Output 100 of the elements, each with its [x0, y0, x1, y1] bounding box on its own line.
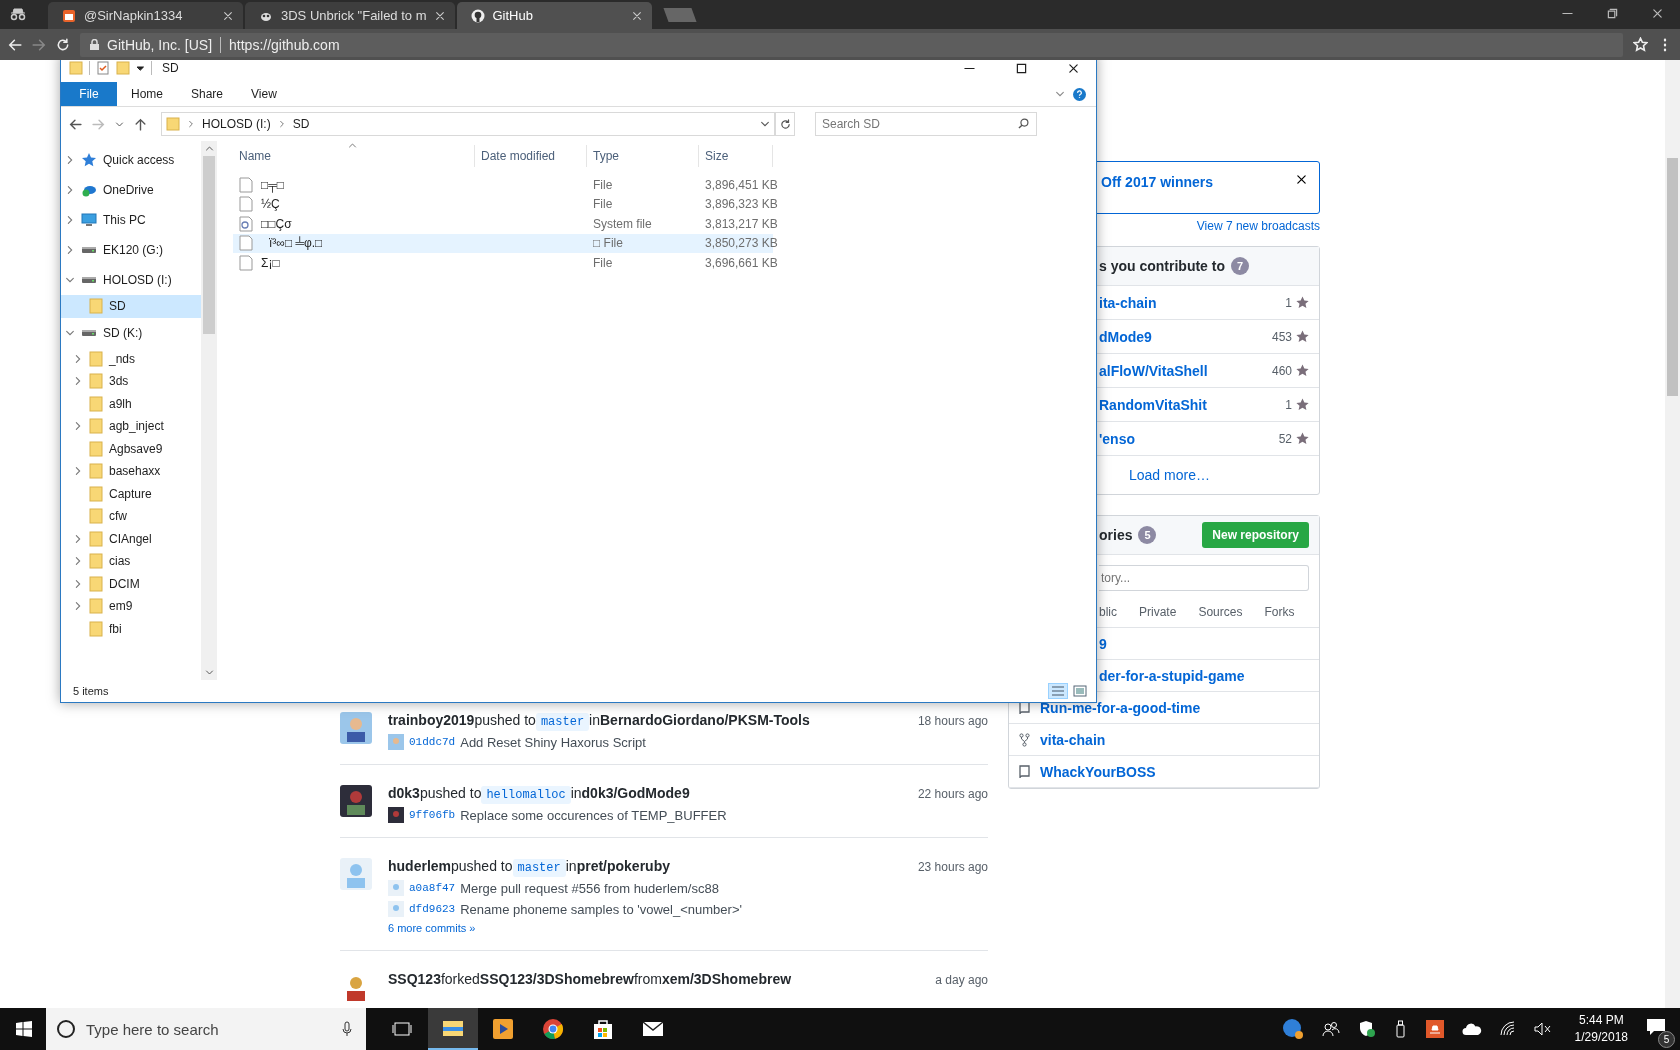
tree-item[interactable]: This PC — [61, 205, 201, 235]
chevron-icon[interactable] — [73, 601, 83, 612]
tree-item[interactable]: HOLOSD (I:) — [61, 265, 201, 295]
notification-icon[interactable] — [1646, 1018, 1666, 1036]
volume-muted-icon[interactable] — [1533, 1022, 1552, 1036]
tree-item[interactable]: SD — [61, 295, 201, 318]
repo-link[interactable]: 9 — [1099, 635, 1107, 652]
chevron-icon[interactable] — [73, 556, 83, 567]
tree-item[interactable]: Quick access — [61, 145, 201, 175]
breadcrumb-item[interactable]: SD — [292, 117, 310, 131]
chevron-icon[interactable] — [65, 275, 75, 285]
chevron-icon[interactable] — [73, 353, 83, 364]
tree-item[interactable]: cfw — [61, 505, 201, 528]
commit-sha-link[interactable]: 9ff06fb — [409, 809, 456, 821]
chevron-icon[interactable] — [65, 185, 75, 195]
shield-icon[interactable] — [1357, 1020, 1376, 1038]
chevron-icon[interactable] — [65, 215, 75, 225]
taskbar-app[interactable] — [428, 1008, 478, 1050]
up-icon[interactable] — [134, 117, 147, 131]
column-header[interactable]: Type — [587, 145, 699, 167]
windows-start-icon[interactable] — [16, 1021, 32, 1037]
branch-label[interactable]: master — [512, 859, 566, 877]
repo-link[interactable]: SSQ123/3DShomebrew — [479, 971, 634, 987]
maximize-icon[interactable] — [1015, 62, 1027, 74]
people-icon[interactable] — [1321, 1021, 1340, 1037]
back-icon[interactable] — [69, 117, 82, 131]
scrollbar[interactable] — [201, 141, 217, 680]
branch-label[interactable]: master — [535, 713, 590, 731]
branch-label[interactable]: hellomalloc — [481, 786, 571, 804]
ribbon-tab[interactable]: View — [237, 82, 291, 106]
refresh-icon[interactable] — [779, 118, 791, 130]
repo-link[interactable]: WhackYourBOSS — [1040, 763, 1156, 780]
wifi-icon[interactable] — [1499, 1021, 1516, 1037]
ribbon-tab[interactable]: File — [61, 82, 117, 106]
filter-tab[interactable]: blic — [1099, 605, 1117, 619]
new-tab-button[interactable] — [662, 8, 697, 22]
microphone-icon[interactable] — [342, 1021, 352, 1037]
tree-item[interactable]: CIAngel — [61, 527, 201, 550]
tree-item[interactable]: Agbsave9 — [61, 437, 201, 460]
avatar[interactable] — [340, 712, 372, 744]
broadcasts-link[interactable]: View 7 new broadcasts — [1196, 219, 1320, 233]
scrollbar[interactable] — [1665, 60, 1680, 1008]
clock-time[interactable]: 5:44 PM — [1578, 1012, 1624, 1029]
back-icon[interactable] — [8, 37, 22, 52]
repo-link[interactable]: dMode9 — [1099, 328, 1268, 345]
app-tray-icon[interactable] — [1425, 1020, 1444, 1038]
tree-item[interactable]: cias — [61, 550, 201, 573]
repo-link[interactable]: vita-chain — [1040, 731, 1106, 748]
chevron-icon[interactable] — [73, 421, 83, 432]
tree-item[interactable]: a9lh — [61, 392, 201, 415]
usb-drive-icon[interactable] — [1393, 1020, 1408, 1038]
user-link[interactable]: trainboy2019 — [388, 712, 475, 728]
tree-item[interactable]: SD (K:) — [61, 317, 201, 348]
taskbar-search-field[interactable]: Type here to search — [46, 1008, 366, 1050]
avatar[interactable] — [340, 785, 372, 817]
dropdown-icon[interactable] — [760, 119, 770, 129]
filter-tab[interactable]: Sources — [1198, 605, 1243, 619]
help-icon[interactable] — [1281, 1018, 1304, 1040]
commit-sha-link[interactable]: a0a8f47 — [409, 882, 456, 894]
expand-ribbon-icon[interactable] — [1055, 89, 1065, 99]
load-more-link[interactable]: Load more… — [1129, 467, 1210, 483]
tree-item[interactable]: fbi — [61, 617, 201, 640]
task-view-icon[interactable] — [392, 1021, 412, 1037]
broadcast-link[interactable]: Off 2017 winners — [1101, 174, 1214, 190]
repo-link[interactable]: Run-me-for-a-good-time — [1040, 699, 1201, 716]
ribbon-tab[interactable]: Share — [177, 82, 238, 106]
breadcrumb-item[interactable]: HOLOSD (I:) — [202, 117, 271, 131]
tree-item[interactable]: _nds — [61, 347, 201, 370]
repo-link[interactable]: 'enso — [1099, 430, 1275, 447]
more-commits-link[interactable]: 6 more commits » — [388, 922, 476, 934]
repo-link[interactable]: der-for-a-stupid-game — [1099, 667, 1245, 684]
clock-date[interactable]: 1/29/2018 — [1574, 1029, 1628, 1046]
tree-item[interactable]: em9 — [61, 595, 201, 618]
user-link[interactable]: huderlem — [388, 858, 451, 874]
address-field[interactable]: HOLOSD (I:) SD — [161, 112, 775, 136]
chevron-icon[interactable] — [73, 533, 83, 544]
user-link[interactable]: SSQ123 — [388, 971, 441, 987]
filter-tab[interactable]: Forks — [1264, 605, 1295, 619]
chevron-icon[interactable] — [65, 245, 75, 255]
customize-dropdown-icon[interactable] — [136, 63, 145, 73]
close-icon[interactable] — [1067, 62, 1079, 74]
column-header[interactable]: Date modified — [475, 145, 587, 167]
repo-link[interactable]: alFloW/VitaShell — [1099, 362, 1268, 379]
properties-icon[interactable] — [96, 61, 110, 75]
repo-link[interactable]: xem/3DShomebrew — [661, 971, 792, 987]
commit-sha-link[interactable]: 01ddc7d — [409, 736, 456, 748]
browser-tab[interactable]: GitHub — [456, 2, 652, 29]
repo-link[interactable]: pret/pokeruby — [576, 858, 670, 874]
address-bar[interactable]: GitHub, Inc. [US] https://github.com — [80, 32, 1623, 57]
repo-link[interactable]: ita-chain — [1099, 294, 1282, 311]
filter-tab[interactable]: Private — [1139, 605, 1177, 619]
commit-sha-link[interactable]: dfd9623 — [409, 903, 456, 915]
user-link[interactable]: d0k3 — [388, 785, 420, 801]
search-field[interactable]: Search SD — [815, 112, 1037, 136]
tree-item[interactable]: 3ds — [61, 370, 201, 393]
repo-link[interactable]: d0k3/GodMode9 — [581, 785, 690, 801]
filter-field[interactable]: tory... — [1099, 565, 1309, 591]
reload-icon[interactable] — [56, 37, 70, 52]
help-icon[interactable] — [1073, 87, 1086, 101]
browser-tab[interactable]: @SirNapkin1334 — [48, 2, 243, 29]
